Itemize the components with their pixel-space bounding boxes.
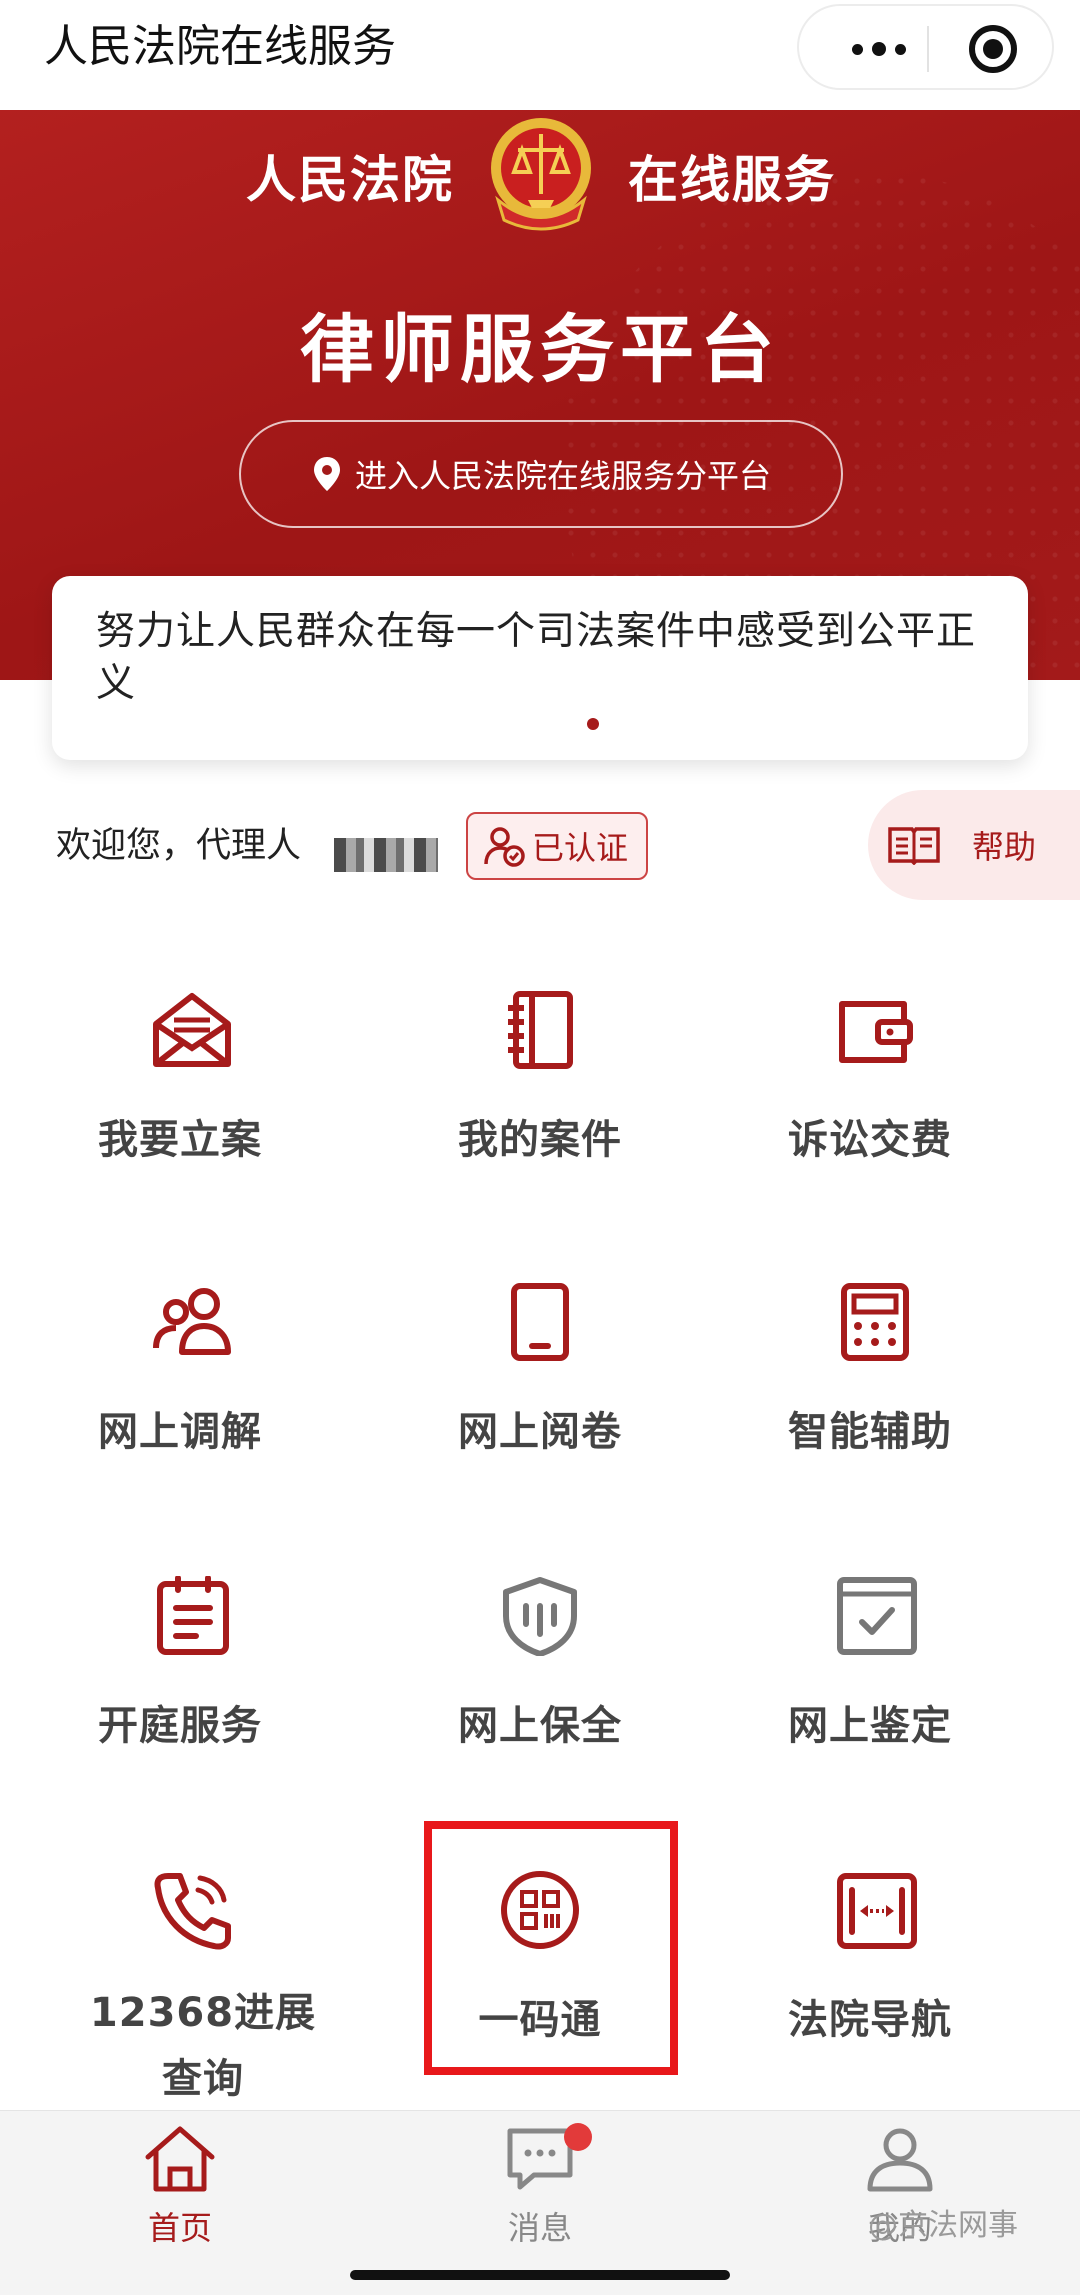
court-emblem-icon [491,118,591,231]
grid-item-court-navigation[interactable]: 法院导航 [720,1870,1080,2070]
grid-item-smart-assist[interactable]: 智能辅助 [720,1282,1080,1482]
verified-badge: 已认证 [466,812,648,880]
tab-home[interactable]: 首页 [80,2111,280,2261]
mini-program-capsule [797,4,1054,90]
verified-user-icon [484,827,525,867]
location-pin-icon [313,457,340,491]
help-button[interactable]: 帮助 [868,790,1080,900]
grid-item-online-mediation[interactable]: 网上调解 [0,1282,360,1482]
grid-item-label: 诉讼交费 [788,1117,952,1163]
checkbox-icon [837,1577,917,1655]
tab-messages[interactable]: 消息 [440,2111,640,2261]
shield-icon [503,1577,577,1656]
book-icon [888,827,940,865]
banner-head-right: 在线服务 [628,151,836,209]
grid-item-label: 法院导航 [788,1997,952,2043]
grid-item-court-session[interactable]: 开庭服务 [0,1576,360,1776]
home-icon [145,2126,215,2192]
clipboard-icon [157,1576,229,1655]
window-title: 人民法院在线服务 [44,21,396,72]
envelope-icon [153,993,231,1067]
enter-sub-platform-label: 进入人民法院在线服务分平台 [354,457,771,495]
phone-icon [154,1873,231,1950]
navigation-icon [837,1873,917,1949]
calculator-icon [841,1283,909,1361]
grid-item-litigation-fee[interactable]: 诉讼交费 [720,990,1080,1190]
help-label: 帮助 [972,828,1037,866]
verified-label: 已认证 [532,829,629,867]
people-icon [153,1288,231,1355]
user-icon [867,2128,933,2192]
platform-title: 律师服务平台 [300,307,780,393]
banner-head-left: 人民法院 [246,151,454,209]
carousel-indicator [587,718,599,730]
grid-item-file-case[interactable]: 我要立案 [0,990,360,1190]
watermark: @京法网事 [868,2208,1018,2243]
grid-item-12368-progress[interactable]: 12368进展查询 [0,1870,360,2102]
grid-item-label: 网上鉴定 [788,1703,952,1749]
tablet-icon [511,1283,569,1361]
mini-program-header: 人民法院在线服务 [0,0,1080,110]
slogan-card: 努力让人民群众在每一个司法案件中感受到公平正义 [52,576,1028,760]
close-target-icon[interactable] [969,25,1017,73]
grid-item-online-appraisal[interactable]: 网上鉴定 [720,1576,1080,1776]
unread-badge [564,2123,592,2151]
notebook-icon [508,991,573,1069]
wallet-icon [839,1001,913,1063]
enter-sub-platform-button[interactable]: 进入人民法院在线服务分平台 [239,420,843,528]
highlight-box [424,1821,678,2075]
more-icon[interactable] [835,6,923,92]
tab-label: 消息 [507,2209,572,2247]
grid-item-label-text: 12368进展查询 [89,1990,317,2102]
tab-label: 首页 [147,2209,212,2247]
home-indicator [350,2270,730,2280]
capsule-divider [927,26,929,72]
grid-item-label: 智能辅助 [788,1409,952,1455]
slogan-text: 努力让人民群众在每一个司法案件中感受到公平正义 [96,609,977,706]
masked-username [334,838,438,872]
welcome-text: 欢迎您，代理人 [56,826,302,866]
